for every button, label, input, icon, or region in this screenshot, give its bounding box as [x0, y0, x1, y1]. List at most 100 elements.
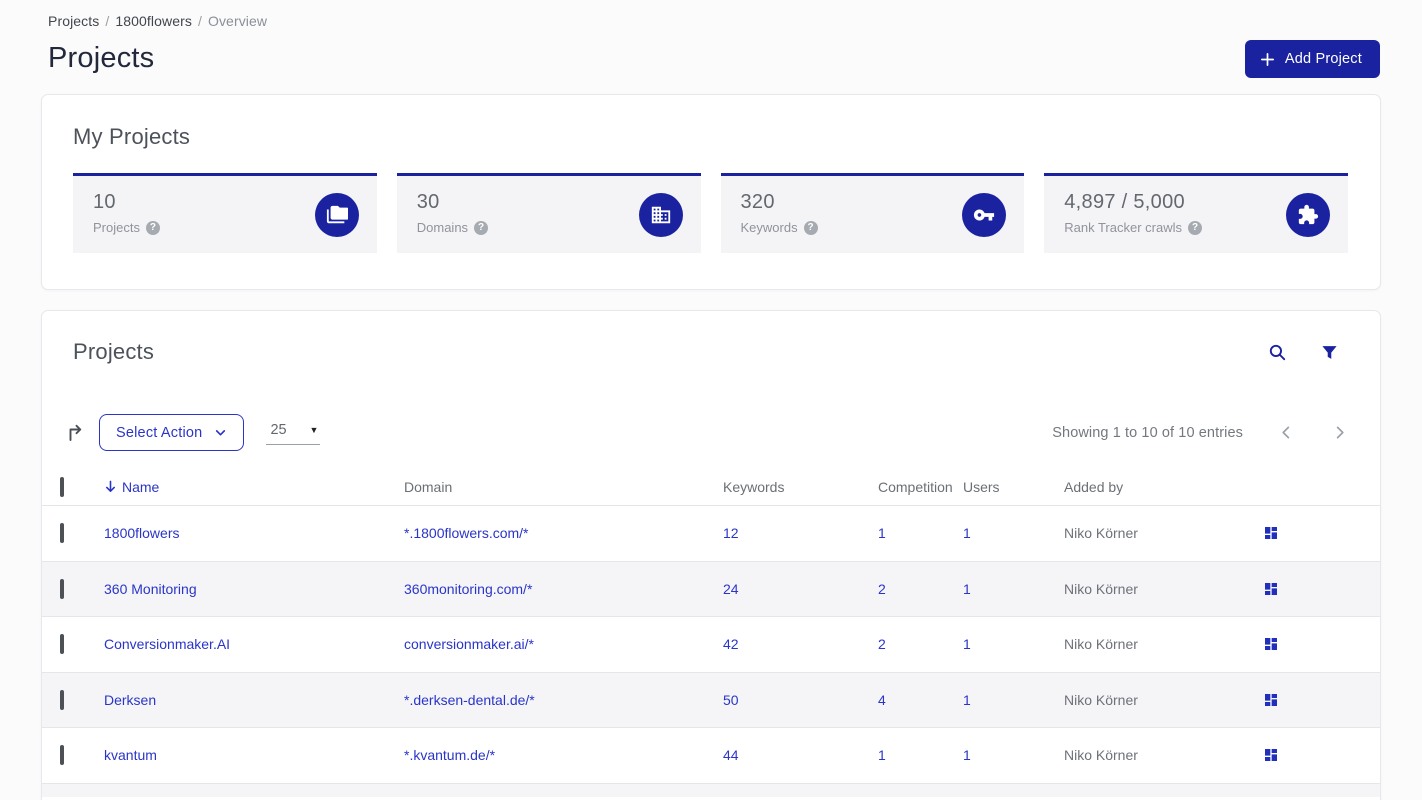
added-by-value: Niko Körner: [1064, 580, 1138, 597]
my-projects-card: My Projects 10 Projects ? 30 Domains ? 3…: [41, 94, 1381, 290]
keywords-count-link[interactable]: 42: [723, 636, 739, 652]
sort-down-icon: [104, 480, 117, 493]
column-label-name: Name: [122, 478, 160, 495]
stat-projects-label: Projects: [93, 220, 140, 235]
table-row: kvantum *.kvantum.de/* 44 1 1 Niko Körne…: [42, 727, 1380, 783]
project-domain-link[interactable]: 360monitoring.com/*: [404, 581, 532, 597]
competition-count-link[interactable]: 1: [878, 525, 886, 541]
my-projects-title: My Projects: [73, 124, 191, 149]
dashboard-icon[interactable]: [1263, 747, 1279, 763]
stats-row: 10 Projects ? 30 Domains ? 320 Keywords: [73, 173, 1348, 253]
stat-projects: 10 Projects ?: [73, 173, 377, 253]
projects-table-card: Projects Select Action 25 ▼ Showing 1 to…: [41, 310, 1381, 800]
dashboard-icon[interactable]: [1263, 581, 1279, 597]
users-count-link[interactable]: 1: [963, 581, 971, 597]
users-count-link[interactable]: 1: [963, 692, 971, 708]
added-by-value: Niko Körner: [1064, 747, 1138, 764]
export-arrow-icon[interactable]: [65, 422, 86, 443]
row-checkbox[interactable]: [60, 689, 64, 710]
help-icon[interactable]: ?: [145, 220, 160, 235]
select-all-checkbox[interactable]: [60, 476, 64, 497]
project-domain-link[interactable]: *.1800flowers.com/*: [404, 525, 529, 541]
dashboard-icon[interactable]: [1263, 525, 1279, 541]
stat-domains: 30 Domains ?: [396, 173, 701, 253]
column-header-keywords[interactable]: Keywords: [723, 479, 878, 495]
project-name-link[interactable]: Derksen: [104, 692, 156, 708]
added-by-value: Niko Körner: [1064, 525, 1138, 542]
competition-count-link[interactable]: 2: [878, 636, 886, 652]
table-toolbar: Select Action 25 ▼ Showing 1 to 10 of 10…: [42, 414, 1380, 451]
column-header-competition[interactable]: Competition: [878, 479, 963, 495]
project-domain-link[interactable]: *.derksen-dental.de/*: [404, 692, 535, 708]
key-icon: [962, 192, 1007, 237]
added-by-value: Niko Körner: [1064, 636, 1138, 653]
showing-entries-text: Showing 1 to 10 of 10 entries: [1052, 424, 1243, 441]
page-header: Projects / 1800flowers / Overview Projects A…: [0, 0, 1422, 78]
keywords-count-link[interactable]: 44: [723, 747, 739, 763]
stat-rank-tracker-label: Rank Tracker crawls: [1064, 220, 1182, 235]
project-domain-link[interactable]: *.kvantum.de/*: [404, 747, 495, 763]
table-body: 1800flowers *.1800flowers.com/* 12 1 1 N…: [42, 505, 1380, 783]
projects-table-title: Projects: [73, 339, 155, 364]
column-header-domain[interactable]: Domain: [404, 479, 723, 495]
breadcrumb-separator: /: [105, 13, 110, 29]
competition-count-link[interactable]: 2: [878, 581, 886, 597]
help-icon[interactable]: ?: [474, 220, 489, 235]
folder-stack-icon: [314, 192, 359, 237]
column-header-users[interactable]: Users: [963, 479, 1064, 495]
users-count-link[interactable]: 1: [963, 636, 971, 652]
stat-rank-tracker: 4,897 / 5,000 Rank Tracker crawls ?: [1044, 173, 1348, 253]
pagination-next-icon[interactable]: [1332, 425, 1347, 440]
select-action-label: Select Action: [116, 424, 203, 441]
competition-count-link[interactable]: 1: [878, 747, 886, 763]
building-icon: [638, 192, 683, 237]
table-row: 1800flowers *.1800flowers.com/* 12 1 1 N…: [42, 505, 1380, 561]
table-row: 360 Monitoring 360monitoring.com/* 24 2 …: [42, 560, 1380, 616]
breadcrumb-separator: /: [197, 13, 202, 29]
page-title: Projects: [48, 42, 155, 74]
chevron-down-icon: [214, 426, 227, 439]
filter-icon[interactable]: [1321, 344, 1338, 361]
page-size-select[interactable]: 25 ▼: [266, 420, 321, 445]
help-icon[interactable]: ?: [803, 220, 818, 235]
dashboard-icon[interactable]: [1263, 636, 1279, 652]
row-checkbox[interactable]: [60, 745, 64, 766]
add-project-button[interactable]: Add Project: [1244, 40, 1380, 78]
table-row: Conversionmaker.AI conversionmaker.ai/* …: [42, 616, 1380, 672]
project-domain-link[interactable]: conversionmaker.ai/*: [404, 636, 534, 652]
breadcrumb-projects[interactable]: Projects: [48, 13, 99, 29]
users-count-link[interactable]: 1: [963, 747, 971, 763]
table-row: Derksen *.derksen-dental.de/* 50 4 1 Nik…: [42, 671, 1380, 727]
keywords-count-link[interactable]: 24: [723, 581, 739, 597]
project-name-link[interactable]: 360 Monitoring: [104, 581, 197, 597]
add-project-label: Add Project: [1284, 51, 1362, 67]
row-checkbox[interactable]: [60, 578, 64, 599]
keywords-count-link[interactable]: 12: [723, 525, 739, 541]
row-checkbox[interactable]: [60, 523, 64, 544]
project-name-link[interactable]: 1800flowers: [104, 525, 180, 541]
dashboard-icon[interactable]: [1263, 692, 1279, 708]
users-count-link[interactable]: 1: [963, 525, 971, 541]
project-name-link[interactable]: kvantum: [104, 747, 157, 763]
select-action-dropdown[interactable]: Select Action: [99, 414, 245, 451]
added-by-value: Niko Körner: [1064, 691, 1138, 708]
puzzle-icon: [1286, 192, 1330, 237]
search-icon[interactable]: [1268, 343, 1287, 362]
competition-count-link[interactable]: 4: [878, 692, 886, 708]
breadcrumb-overview: Overview: [207, 13, 268, 29]
stat-keywords: 320 Keywords ?: [720, 173, 1025, 253]
row-checkbox[interactable]: [60, 634, 64, 655]
keywords-count-link[interactable]: 50: [723, 692, 739, 708]
column-header-added-by[interactable]: Added by: [1064, 479, 1263, 495]
breadcrumb-1800flowers[interactable]: 1800flowers: [115, 13, 192, 29]
pagination-prev-icon[interactable]: [1279, 425, 1294, 440]
caret-down-icon: ▼: [309, 425, 319, 435]
help-icon[interactable]: ?: [1188, 220, 1202, 235]
stat-domains-label: Domains: [416, 220, 469, 235]
table-row-partial: [42, 782, 1380, 797]
project-name-link[interactable]: Conversionmaker.AI: [104, 636, 230, 652]
plus-icon: [1259, 51, 1276, 68]
table-header-row: Name Domain Keywords Competition Users A…: [42, 468, 1380, 505]
breadcrumb: Projects / 1800flowers / Overview: [48, 13, 1380, 29]
column-header-name[interactable]: Name: [104, 479, 404, 495]
